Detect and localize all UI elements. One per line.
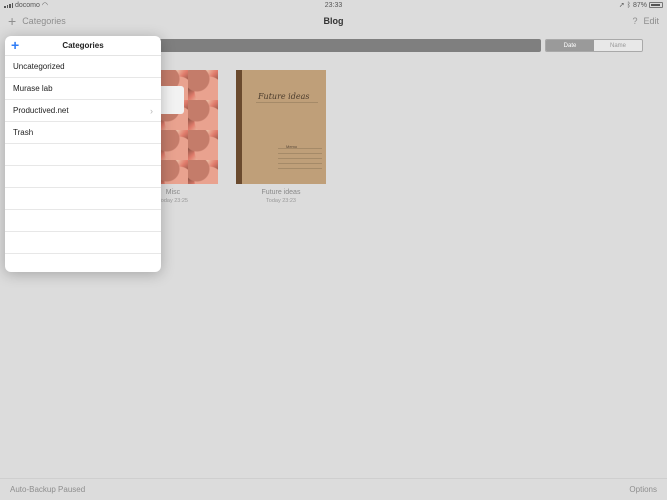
sort-name-button[interactable]: Name	[594, 40, 642, 51]
notebook-title: Future ideas	[261, 189, 301, 196]
empty-row	[5, 232, 161, 254]
edit-button[interactable]: Edit	[643, 16, 659, 26]
carrier-label: docomo	[15, 1, 40, 9]
category-item-productived-net[interactable]: Productived.net ›	[5, 100, 161, 122]
sort-date-button[interactable]: Date	[546, 40, 594, 51]
cover-label: Future ideas	[258, 92, 310, 101]
nav-right: ? Edit	[632, 16, 659, 26]
cover-lines	[278, 148, 322, 173]
empty-row	[5, 210, 161, 232]
auto-backup-status[interactable]: Auto-Backup Paused	[10, 485, 85, 494]
battery-icon	[649, 2, 663, 8]
cover-line	[256, 102, 318, 103]
category-item-murase-lab[interactable]: Murase lab	[5, 78, 161, 100]
bluetooth-icon: ᛒ	[626, 1, 631, 9]
category-item-trash[interactable]: Trash	[5, 122, 161, 144]
category-label: Trash	[13, 128, 34, 137]
cover-spine	[236, 70, 242, 184]
category-label: Murase lab	[13, 84, 53, 93]
wifi-icon: ◠	[41, 2, 49, 9]
popover-header: + Categories	[5, 36, 161, 56]
bottom-toolbar: Auto-Backup Paused Options	[0, 478, 667, 500]
add-notebook-icon[interactable]: +	[8, 14, 16, 28]
empty-row	[5, 144, 161, 166]
status-bar: docomo ◠ 23:33 ➚ ᛒ 87%	[0, 0, 667, 10]
add-category-icon[interactable]: +	[11, 38, 19, 52]
category-label: Productived.net	[13, 106, 69, 115]
notebook-date: Today 23:23	[266, 198, 296, 204]
page-title: Blog	[323, 16, 344, 26]
popover-title: Categories	[62, 41, 104, 50]
help-button[interactable]: ?	[632, 16, 637, 26]
categories-button[interactable]: Categories	[22, 16, 66, 26]
status-right: ➚ ᛒ 87%	[619, 1, 663, 9]
status-time: 23:33	[324, 1, 343, 9]
categories-popover: + Categories Uncategorized Murase lab Pr…	[5, 36, 161, 272]
status-left: docomo ◠	[4, 1, 48, 9]
nav-left: + Categories	[8, 14, 66, 28]
battery-percent: 87%	[632, 1, 647, 9]
notebook-future-ideas[interactable]: Future ideas Memo Future ideas Today 23:…	[236, 70, 326, 204]
search-bar[interactable]	[150, 39, 541, 52]
sort-segmented-control: Date Name	[545, 39, 643, 52]
notebook-cover-future-ideas[interactable]: Future ideas Memo	[236, 70, 326, 184]
chevron-right-icon: ›	[150, 105, 153, 116]
empty-row	[5, 188, 161, 210]
empty-row	[5, 254, 161, 272]
category-label: Uncategorized	[13, 62, 65, 71]
signal-icon	[4, 2, 13, 8]
location-icon: ➚	[618, 2, 625, 9]
empty-row	[5, 166, 161, 188]
category-item-uncategorized[interactable]: Uncategorized	[5, 56, 161, 78]
nav-bar: + Categories Blog ? Edit	[0, 10, 667, 32]
options-button[interactable]: Options	[629, 485, 657, 494]
